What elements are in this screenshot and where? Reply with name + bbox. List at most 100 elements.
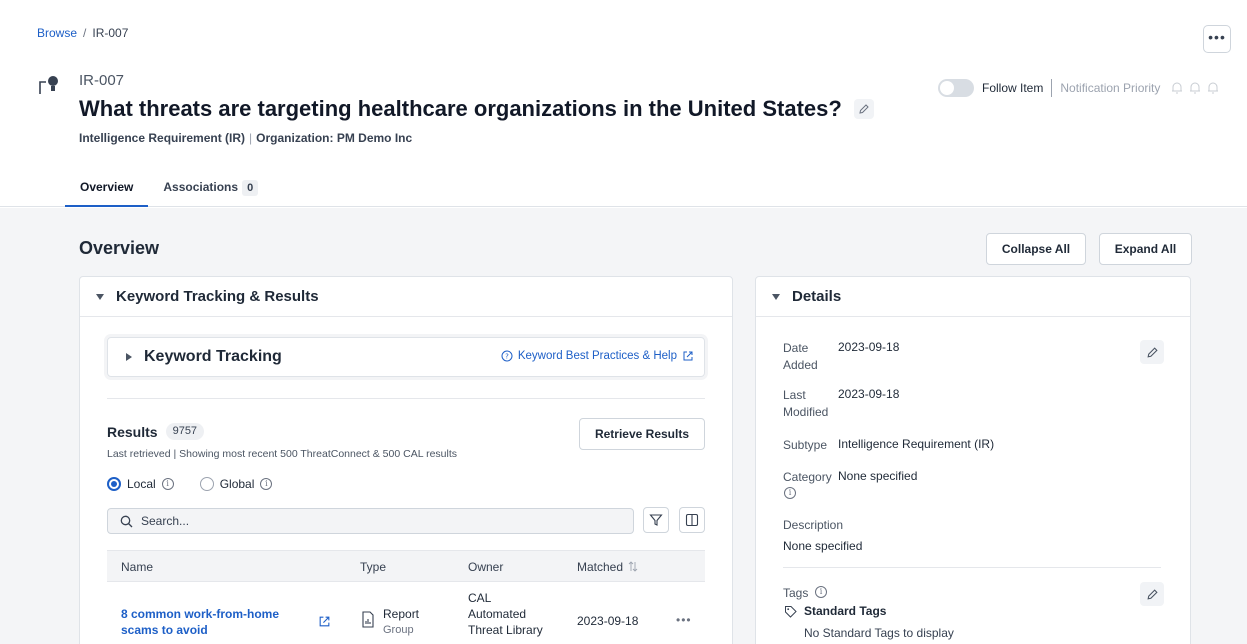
bell-icon[interactable] bbox=[1206, 81, 1220, 95]
breadcrumb: Browse / IR-007 bbox=[37, 26, 128, 40]
keyword-panel-header[interactable]: Keyword Tracking & Results bbox=[80, 277, 732, 317]
row-actions-button[interactable]: ••• bbox=[676, 613, 692, 627]
column-header-matched[interactable]: Matched bbox=[577, 560, 638, 574]
report-icon bbox=[362, 611, 374, 628]
result-type-sub: Group bbox=[383, 624, 414, 636]
breadcrumb-current: IR-007 bbox=[92, 26, 129, 40]
divider bbox=[107, 398, 705, 399]
tab-associations-label: Associations bbox=[163, 180, 239, 194]
matched-header-label: Matched bbox=[577, 560, 624, 574]
edit-title-button[interactable] bbox=[853, 99, 874, 119]
svg-text:?: ? bbox=[505, 353, 509, 361]
tag-icon bbox=[785, 606, 797, 618]
standard-tags-empty: No Standard Tags to display bbox=[804, 626, 954, 640]
keyword-panel-title: Keyword Tracking & Results bbox=[116, 288, 319, 305]
edit-tags-button[interactable] bbox=[1140, 582, 1164, 606]
help-circle-icon: ? bbox=[501, 350, 513, 362]
bell-icon[interactable] bbox=[1188, 81, 1202, 95]
item-type: Intelligence Requirement (IR) bbox=[79, 131, 246, 145]
column-header-name[interactable]: Name bbox=[121, 560, 153, 574]
details-panel: Details Date Added 2023-09-18 Last Modif… bbox=[755, 276, 1191, 644]
details-panel-title: Details bbox=[792, 288, 842, 305]
info-icon[interactable]: i bbox=[260, 478, 273, 490]
tab-bar: Overview Associations 0 bbox=[65, 175, 273, 207]
category-value: None specified bbox=[838, 469, 918, 483]
overview-heading: Overview bbox=[79, 238, 160, 258]
table-row[interactable]: 8 common work-from-home scams to avoid R… bbox=[107, 582, 705, 642]
tab-overview-label: Overview bbox=[80, 180, 134, 194]
results-label: Results bbox=[107, 423, 158, 440]
details-panel-header[interactable]: Details bbox=[756, 277, 1190, 317]
caret-right-icon bbox=[126, 353, 132, 361]
keyword-tracking-label: Keyword Tracking bbox=[144, 348, 282, 365]
column-header-owner[interactable]: Owner bbox=[468, 560, 503, 574]
bell-icon[interactable] bbox=[1170, 81, 1184, 95]
keyword-help-link[interactable]: ? Keyword Best Practices & Help bbox=[501, 350, 694, 362]
breadcrumb-separator: / bbox=[83, 26, 87, 40]
scope-radio-group: Local i Global i bbox=[107, 477, 273, 491]
notification-priority-label: Notification Priority bbox=[1060, 81, 1161, 95]
column-header-type[interactable]: Type bbox=[360, 560, 386, 574]
main-content: Overview Collapse All Expand All Keyword… bbox=[0, 208, 1247, 644]
result-matched-date: 2023-09-18 bbox=[577, 614, 639, 628]
page-header: Browse / IR-007 ••• IR-007 What threats ar… bbox=[0, 0, 1247, 207]
category-label: Category bbox=[783, 470, 832, 484]
standard-tags-label: Standard Tags bbox=[804, 604, 887, 618]
caret-down-icon bbox=[772, 293, 780, 300]
item-organization: Organization: PM Demo Inc bbox=[256, 131, 413, 145]
results-count-badge: 9757 bbox=[165, 423, 205, 440]
follow-controls: Follow Item Notification Priority bbox=[938, 79, 1220, 97]
local-radio[interactable] bbox=[107, 477, 121, 491]
pencil-icon bbox=[1146, 588, 1158, 600]
edit-dates-button[interactable] bbox=[1140, 340, 1164, 364]
external-link-icon bbox=[683, 351, 693, 361]
info-icon[interactable]: i bbox=[161, 478, 174, 490]
subtype-label: Subtype bbox=[783, 438, 828, 452]
item-id: IR-007 bbox=[79, 72, 125, 89]
follow-item-label: Follow Item bbox=[982, 81, 1044, 95]
tab-overview[interactable]: Overview bbox=[65, 175, 149, 207]
info-icon[interactable]: i bbox=[815, 586, 827, 598]
result-type: Report Group bbox=[383, 606, 419, 638]
item-subtitle: Intelligence Requirement (IR) | Organizati… bbox=[79, 131, 413, 145]
search-input[interactable] bbox=[141, 514, 621, 528]
description-label: Description bbox=[783, 518, 844, 532]
tags-label: Tags bbox=[783, 586, 809, 600]
global-radio[interactable] bbox=[199, 477, 214, 491]
external-link-icon[interactable] bbox=[318, 615, 331, 628]
follow-toggle[interactable] bbox=[938, 79, 974, 97]
page-title: What threats are targeting healthcare or… bbox=[79, 96, 874, 122]
last-modified-label: Last Modified bbox=[783, 388, 829, 419]
results-search-field[interactable] bbox=[107, 508, 634, 534]
filter-button[interactable] bbox=[643, 507, 669, 533]
result-owner: CAL Automated Threat Library bbox=[468, 591, 543, 637]
global-radio-label: Global bbox=[219, 477, 255, 491]
results-table-header: Name Type Owner Matched bbox=[107, 550, 705, 582]
keyword-tracking-panel: Keyword Tracking & Results Keyword Track… bbox=[79, 276, 733, 644]
pencil-icon bbox=[1146, 346, 1158, 358]
breadcrumb-browse-link[interactable]: Browse bbox=[37, 26, 77, 40]
search-icon bbox=[120, 515, 133, 527]
results-heading: Results 9757 bbox=[107, 423, 205, 440]
columns-icon bbox=[685, 513, 699, 527]
retrieve-results-button[interactable]: Retrieve Results bbox=[579, 418, 705, 450]
intelligence-requirement-icon bbox=[39, 76, 58, 94]
info-icon[interactable]: i bbox=[784, 487, 796, 499]
columns-button[interactable] bbox=[679, 507, 705, 533]
date-added-label: Date Added bbox=[783, 341, 818, 372]
tab-associations[interactable]: Associations 0 bbox=[148, 175, 273, 207]
last-retrieved-text: Last retrieved | Showing most recent 500… bbox=[107, 448, 457, 460]
subtype-value: Intelligence Requirement (IR) bbox=[838, 437, 995, 451]
associations-count-badge: 0 bbox=[242, 180, 259, 196]
more-actions-button[interactable]: ••• bbox=[1203, 25, 1231, 53]
keyword-tracking-section[interactable]: Keyword Tracking ? Keyword Best Practice… bbox=[107, 337, 705, 377]
result-type-main: Report bbox=[383, 607, 420, 621]
divider bbox=[783, 567, 1161, 568]
title-text: What threats are targeting healthcare or… bbox=[79, 96, 842, 121]
pencil-icon bbox=[859, 104, 869, 114]
sort-icon bbox=[629, 561, 638, 572]
date-added-value: 2023-09-18 bbox=[838, 340, 900, 354]
collapse-all-button[interactable]: Collapse All bbox=[986, 233, 1086, 265]
expand-all-button[interactable]: Expand All bbox=[1099, 233, 1192, 265]
result-name-link[interactable]: 8 common work-from-home scams to avoid bbox=[121, 606, 316, 638]
